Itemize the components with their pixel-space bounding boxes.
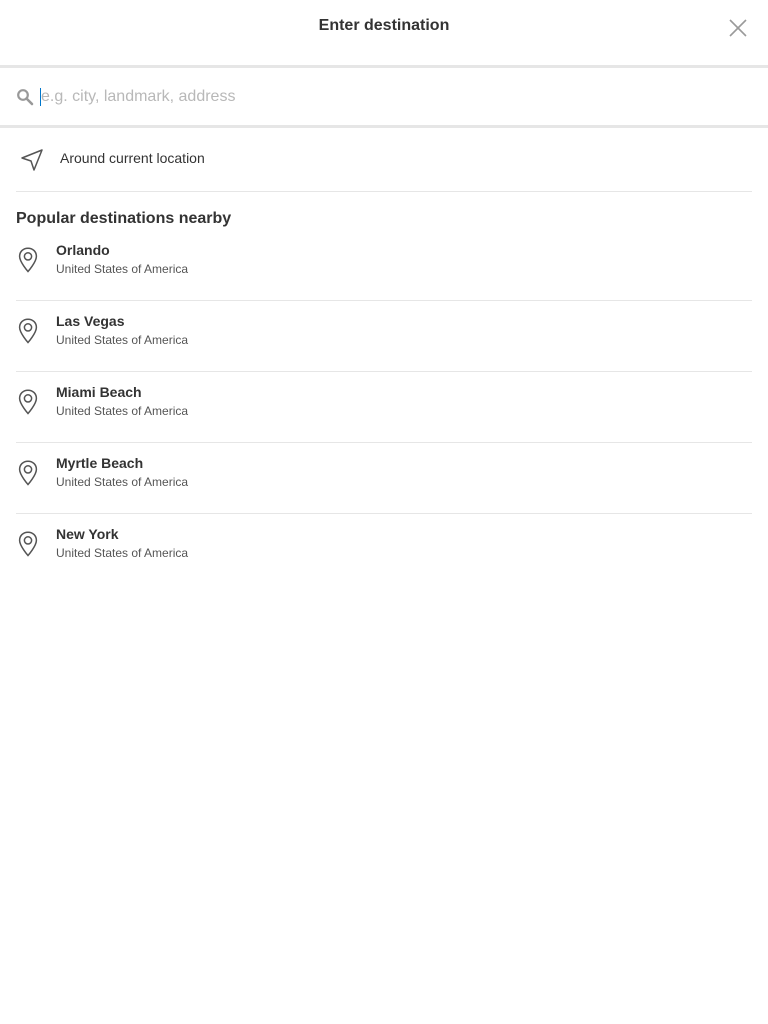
popular-destinations-heading: Popular destinations nearby (16, 210, 232, 227)
close-icon (729, 19, 747, 37)
search-bar[interactable] (0, 68, 768, 128)
destination-country: United States of America (56, 546, 189, 560)
destination-country: United States of America (56, 262, 189, 276)
search-icon (16, 88, 34, 106)
destination-country: United States of America (56, 333, 189, 347)
map-pin-icon (16, 317, 40, 345)
destination-country: United States of America (56, 475, 189, 489)
current-location-label: Around current location (60, 149, 205, 166)
destination-item-new-york[interactable]: New York United States of America (16, 514, 752, 585)
map-pin-icon (16, 459, 40, 487)
destination-item-las-vegas[interactable]: Las Vegas United States of America (16, 301, 752, 372)
navigation-arrow-icon (18, 146, 46, 174)
destination-list: Orlando United States of America Las Veg… (16, 230, 752, 585)
destination-item-orlando[interactable]: Orlando United States of America (16, 230, 752, 301)
current-location-option[interactable]: Around current location (16, 128, 752, 192)
destination-item-myrtle-beach[interactable]: Myrtle Beach United States of America (16, 443, 752, 514)
map-pin-icon (16, 246, 40, 274)
page-title: Enter destination (318, 16, 450, 34)
destination-country: United States of America (56, 404, 189, 418)
map-pin-icon (16, 388, 40, 416)
destination-name: Las Vegas (56, 313, 125, 329)
destination-item-miami-beach[interactable]: Miami Beach United States of America (16, 372, 752, 443)
map-pin-icon (16, 530, 40, 558)
destination-name: Miami Beach (56, 384, 142, 400)
destination-name: New York (56, 526, 119, 542)
destination-search-input[interactable] (41, 87, 768, 106)
close-button[interactable] (724, 14, 752, 42)
header: Enter destination (0, 0, 768, 68)
destination-name: Myrtle Beach (56, 455, 144, 471)
destination-name: Orlando (56, 242, 110, 258)
